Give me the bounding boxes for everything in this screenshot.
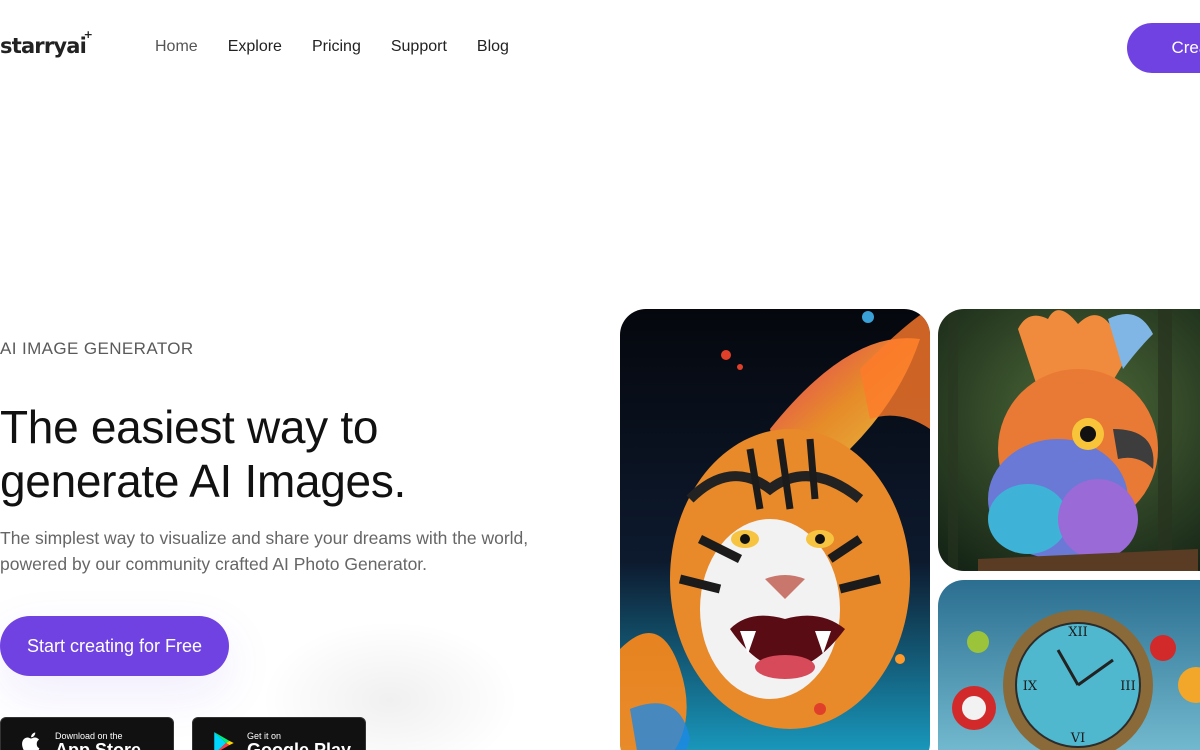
- hero-headline: The easiest way to generate AI Images.: [0, 400, 560, 508]
- headline-line-2: generate AI Images.: [0, 455, 407, 507]
- nav-item-blog[interactable]: Blog: [477, 38, 509, 56]
- bird-image: [938, 309, 1200, 571]
- start-creating-button[interactable]: Start creating for Free: [0, 616, 229, 676]
- logo-text: starryai: [0, 34, 87, 58]
- nav-item-explore[interactable]: Explore: [228, 38, 282, 56]
- svg-text:IX: IX: [1023, 679, 1038, 694]
- tiger-image: [620, 309, 930, 750]
- google-play-big-text: Google Play: [247, 740, 352, 750]
- nav-item-pricing[interactable]: Pricing: [312, 38, 361, 56]
- clock-image: XII III VI IX: [938, 580, 1200, 750]
- svg-text:VI: VI: [1070, 731, 1086, 746]
- apple-icon: [22, 732, 40, 750]
- top-navigation: starryai + Home Explore Pricing Support B…: [0, 0, 1200, 96]
- app-store-big-text: App Store: [55, 740, 142, 750]
- nav-item-support[interactable]: Support: [391, 38, 447, 56]
- app-store-badge[interactable]: Download on the App Store: [0, 717, 174, 750]
- hero-subtitle: The simplest way to visualize and share …: [0, 528, 529, 574]
- nav-links: Home Explore Pricing Support Blog: [155, 38, 509, 56]
- create-button[interactable]: Create: [1127, 23, 1200, 73]
- logo-spark-icon: +: [83, 28, 93, 41]
- headline-line-1: The easiest way to: [0, 401, 379, 453]
- google-play-badge[interactable]: Get it on Google Play: [192, 717, 366, 750]
- nav-item-home[interactable]: Home: [155, 38, 198, 56]
- starryai-logo[interactable]: starryai +: [0, 28, 93, 58]
- google-play-icon: [214, 732, 234, 750]
- svg-text:XII: XII: [1068, 625, 1088, 640]
- svg-text:III: III: [1120, 679, 1135, 694]
- hero-eyebrow: AI IMAGE GENERATOR: [0, 339, 194, 358]
